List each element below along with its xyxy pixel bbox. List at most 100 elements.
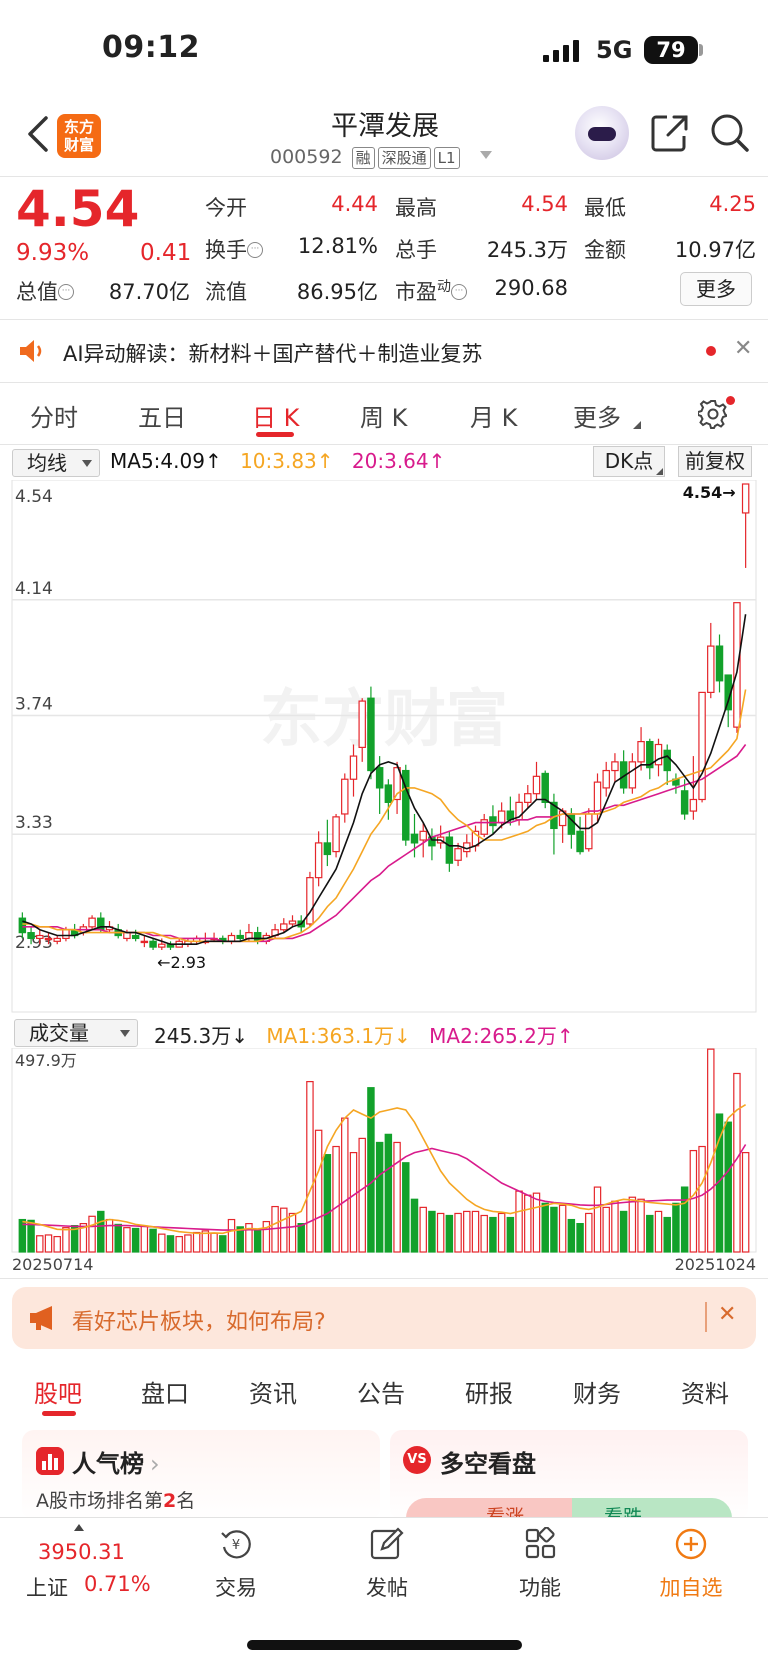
close-icon[interactable]: ✕	[718, 1302, 736, 1327]
nav-trade[interactable]: 交易	[196, 1572, 276, 1602]
tab-orderbook[interactable]: 盘口	[141, 1374, 189, 1409]
nav-post[interactable]: 发帖	[347, 1572, 427, 1602]
volume-chart[interactable]: 497.9万 20250714 20251024	[0, 1048, 768, 1274]
index-value[interactable]: 3950.31	[38, 1540, 125, 1564]
candle-body	[123, 932, 131, 940]
volume-bar	[314, 1129, 323, 1253]
indicator-select[interactable]: 均线	[12, 449, 100, 477]
ai-divider	[0, 382, 768, 383]
kline-chart[interactable]: 东方财富4.544.143.743.332.934.54→←2.93	[0, 480, 768, 1015]
compose-icon[interactable]	[370, 1527, 404, 1561]
tab-finance[interactable]: 财务	[573, 1374, 621, 1409]
candle-body	[410, 833, 419, 844]
info-icon[interactable]: ···	[247, 242, 263, 258]
more-quote-button[interactable]: 更多	[680, 272, 752, 306]
volume-bar	[184, 1234, 192, 1253]
tab-five-day[interactable]: 五日	[138, 398, 186, 433]
volume-bar	[611, 1200, 619, 1253]
volume-bar	[131, 1227, 140, 1253]
index-name[interactable]: 上证	[26, 1572, 68, 1602]
tab-more[interactable]: 更多	[573, 398, 621, 433]
candle-body	[628, 761, 637, 789]
candle-body	[236, 934, 244, 940]
gear-icon[interactable]	[698, 399, 728, 429]
volume-indicator-select[interactable]: 成交量	[14, 1019, 138, 1047]
volume-bar	[454, 1212, 462, 1253]
volume-bar	[663, 1216, 671, 1253]
candle-body	[715, 645, 724, 682]
nav-add-favorite[interactable]: 加自选	[651, 1572, 731, 1602]
candle-body	[680, 790, 689, 815]
volume-bar	[175, 1235, 183, 1253]
ai-insight-text[interactable]: AI异动解读：新材料＋国产替代＋制造业复苏	[63, 338, 483, 368]
candle-body	[227, 934, 236, 942]
volume-bar	[53, 1235, 61, 1253]
home-indicator	[247, 1640, 522, 1650]
candle-body	[158, 943, 166, 948]
tab-research[interactable]: 研报	[465, 1374, 513, 1409]
candle-body	[454, 848, 462, 861]
volume-bar	[506, 1216, 515, 1253]
candle-body	[323, 842, 332, 856]
close-icon[interactable]: ✕	[734, 336, 752, 361]
info-icon[interactable]: ···	[58, 284, 74, 300]
share-icon[interactable]	[650, 113, 690, 153]
megaphone-icon	[30, 1306, 52, 1330]
info-icon[interactable]: ···	[451, 284, 467, 300]
index-change[interactable]: 0.71%	[84, 1572, 151, 1596]
apps-icon[interactable]	[524, 1527, 558, 1561]
stock-code-row[interactable]: 000592 融深股通 L1	[270, 146, 460, 169]
volume-bar	[497, 1212, 506, 1253]
dk-point-button[interactable]: DK点	[593, 446, 665, 477]
tab-announcements[interactable]: 公告	[357, 1374, 405, 1409]
candle-body	[593, 781, 602, 815]
search-icon[interactable]	[710, 113, 750, 153]
label-volume: 总手	[395, 238, 437, 262]
bull-bear-title[interactable]: 多空看盘	[440, 1444, 536, 1479]
banner-text[interactable]: 看好芯片板块，如何布局?	[72, 1304, 326, 1336]
caret-up-icon	[74, 1524, 84, 1531]
chevron-down-icon[interactable]	[480, 151, 492, 159]
volume-bar	[628, 1196, 637, 1253]
volume-bar	[219, 1235, 227, 1253]
vol-ma2-line	[22, 1144, 747, 1231]
volume-legend: 245.3万↓ MA1:363.1万↓ MA2:265.2万↑	[154, 1024, 574, 1048]
candle-body	[489, 816, 497, 827]
ma5-line	[22, 614, 747, 946]
adjust-select[interactable]: 前复权	[678, 446, 752, 477]
volume-bar	[402, 1162, 410, 1253]
nav-functions[interactable]: 功能	[500, 1572, 580, 1602]
ma5-value: MA5:4.09	[110, 449, 205, 473]
candle-body	[44, 937, 53, 941]
candle-body	[637, 741, 645, 763]
stock-name[interactable]: 平潭发展	[290, 104, 480, 143]
volume-bar	[123, 1227, 131, 1253]
tab-month-k[interactable]: 月 K	[470, 398, 517, 433]
volume-bar	[698, 1145, 706, 1253]
add-favorite-icon[interactable]	[674, 1527, 708, 1561]
tab-day-k[interactable]: 日 K	[252, 398, 299, 433]
volume-bar	[36, 1235, 44, 1253]
tab-intraday[interactable]: 分时	[30, 398, 78, 433]
tab-week-k[interactable]: 周 K	[360, 398, 407, 433]
candle-body	[36, 934, 44, 940]
tab-news[interactable]: 资讯	[249, 1374, 297, 1409]
volume-bar	[166, 1235, 175, 1253]
label-low: 最低	[584, 196, 626, 220]
candle-body	[497, 810, 506, 824]
vs-icon: VS	[403, 1446, 431, 1474]
volume-bar	[680, 1186, 689, 1253]
popularity-title[interactable]: 人气榜 ›	[72, 1444, 160, 1479]
volume-bar	[515, 1190, 523, 1253]
tab-guba[interactable]: 股吧	[34, 1374, 82, 1409]
max-price-label: 4.54→	[683, 483, 736, 502]
label-amount: 金额	[584, 238, 626, 262]
avatar-visor	[588, 127, 616, 141]
tab-profile[interactable]: 资料	[681, 1374, 729, 1409]
trade-icon[interactable]: ¥	[219, 1527, 253, 1561]
candle-body	[663, 749, 671, 772]
battery-icon: 79	[644, 36, 698, 64]
back-button[interactable]	[22, 112, 58, 156]
ma20-value: 20:3.64	[351, 449, 429, 473]
candle-body	[349, 755, 358, 780]
